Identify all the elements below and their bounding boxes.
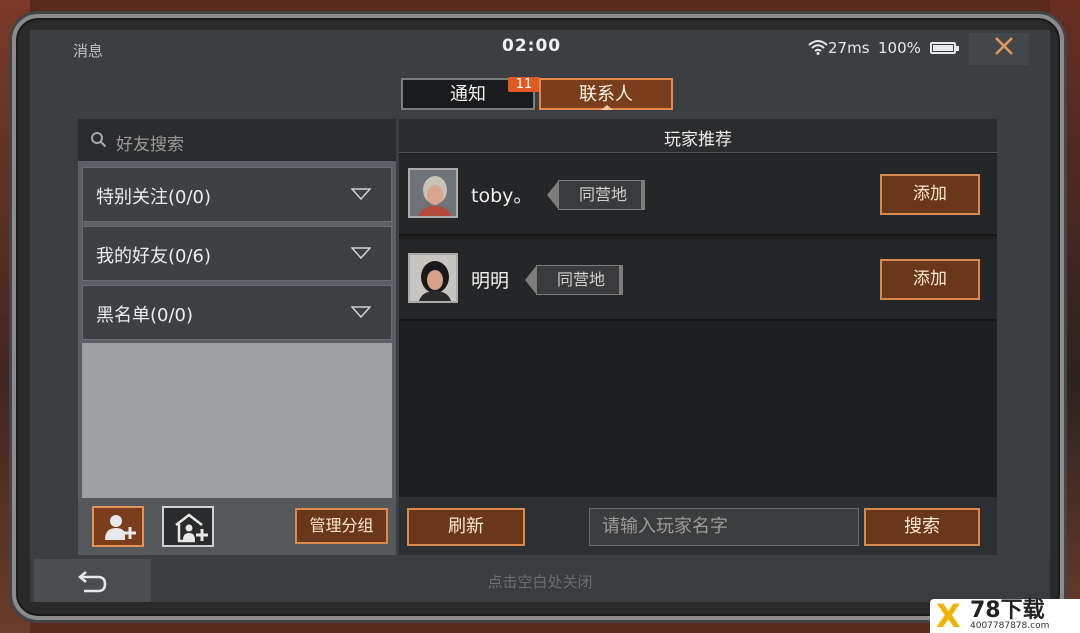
add-group-button[interactable]: [162, 506, 214, 547]
recommend-footer: 刷新 请输入玩家名字 搜索: [399, 497, 997, 555]
watermark-mark: X: [936, 597, 961, 633]
chevron-down-icon: [351, 188, 371, 200]
wifi-icon: [808, 40, 828, 55]
search-button[interactable]: 搜索: [864, 508, 980, 546]
same-camp-tag: 同营地: [524, 265, 624, 295]
manage-groups-button[interactable]: 管理分组: [295, 508, 388, 544]
bottom-bar[interactable]: 点击空白处关闭: [30, 559, 1050, 602]
player-name: 明明: [471, 270, 510, 292]
avatar[interactable]: [408, 168, 458, 218]
friend-search-placeholder: 好友搜索: [116, 135, 184, 155]
add-group-icon: [175, 513, 208, 543]
add-player-button[interactable]: 添加: [880, 259, 980, 300]
search-icon: [91, 132, 107, 148]
friends-list-empty-area: [82, 343, 392, 498]
chevron-down-icon: [351, 247, 371, 259]
group-label: 特别关注(0/0): [96, 187, 212, 208]
player-row: toby。 同营地 添加: [399, 154, 997, 236]
avatar[interactable]: [408, 253, 458, 303]
site-watermark: X 78下载 4007787878.com: [930, 599, 1080, 633]
refresh-button[interactable]: 刷新: [407, 508, 525, 546]
player-recommend-panel: 玩家推荐 toby。 同营地 添加 明明 同营地 添加 刷新 请输入玩家名字 搜…: [399, 119, 997, 555]
avatar-image: [410, 255, 456, 301]
close-hint: 点击空白处关闭: [487, 573, 593, 591]
friends-panel: 好友搜索 特别关注(0/0) 我的好友(0/6) 黑名单(0/0) 管理分组: [78, 119, 396, 555]
group-label: 我的好友(0/6): [96, 246, 212, 267]
screen-title: 消息: [73, 42, 104, 60]
group-label: 黑名单(0/0): [96, 305, 194, 326]
messages-screen: 消息 02:00 27ms 100% 通知 11 联系人 好友搜索 特别关注(0…: [30, 30, 1050, 602]
add-friend-button[interactable]: [92, 506, 144, 547]
group-blacklist[interactable]: 黑名单(0/0): [82, 285, 392, 340]
friends-panel-footer: 管理分组: [78, 498, 396, 555]
group-special-follow[interactable]: 特别关注(0/0): [82, 167, 392, 222]
avatar-image: [410, 170, 456, 216]
status-bar: 消息 02:00 27ms 100%: [30, 30, 1050, 66]
chevron-down-icon: [351, 306, 371, 318]
close-icon[interactable]: [993, 35, 1015, 57]
group-my-friends[interactable]: 我的好友(0/6): [82, 226, 392, 281]
same-camp-tag: 同营地: [546, 180, 646, 210]
watermark-subtext: 4007787878.com: [970, 621, 1050, 631]
battery-fill: [933, 45, 953, 51]
player-name: toby。: [471, 185, 533, 207]
recommend-title: 玩家推荐: [664, 130, 732, 150]
friend-search-input[interactable]: 好友搜索: [78, 119, 396, 161]
add-friend-icon: [105, 515, 136, 540]
recommend-header: 玩家推荐: [399, 119, 997, 153]
player-row: 明明 同营地 添加: [399, 239, 997, 321]
watermark-text: 78下载: [970, 598, 1045, 623]
notification-badge: 11: [508, 77, 540, 92]
battery-percent: 100%: [878, 39, 921, 57]
player-name-input[interactable]: 请输入玩家名字: [589, 508, 859, 546]
add-player-button[interactable]: 添加: [880, 174, 980, 215]
ping-value: 27ms: [828, 39, 870, 57]
tab-contacts[interactable]: 联系人: [539, 78, 673, 110]
battery-icon: [930, 42, 959, 54]
clock: 02:00: [502, 36, 562, 56]
